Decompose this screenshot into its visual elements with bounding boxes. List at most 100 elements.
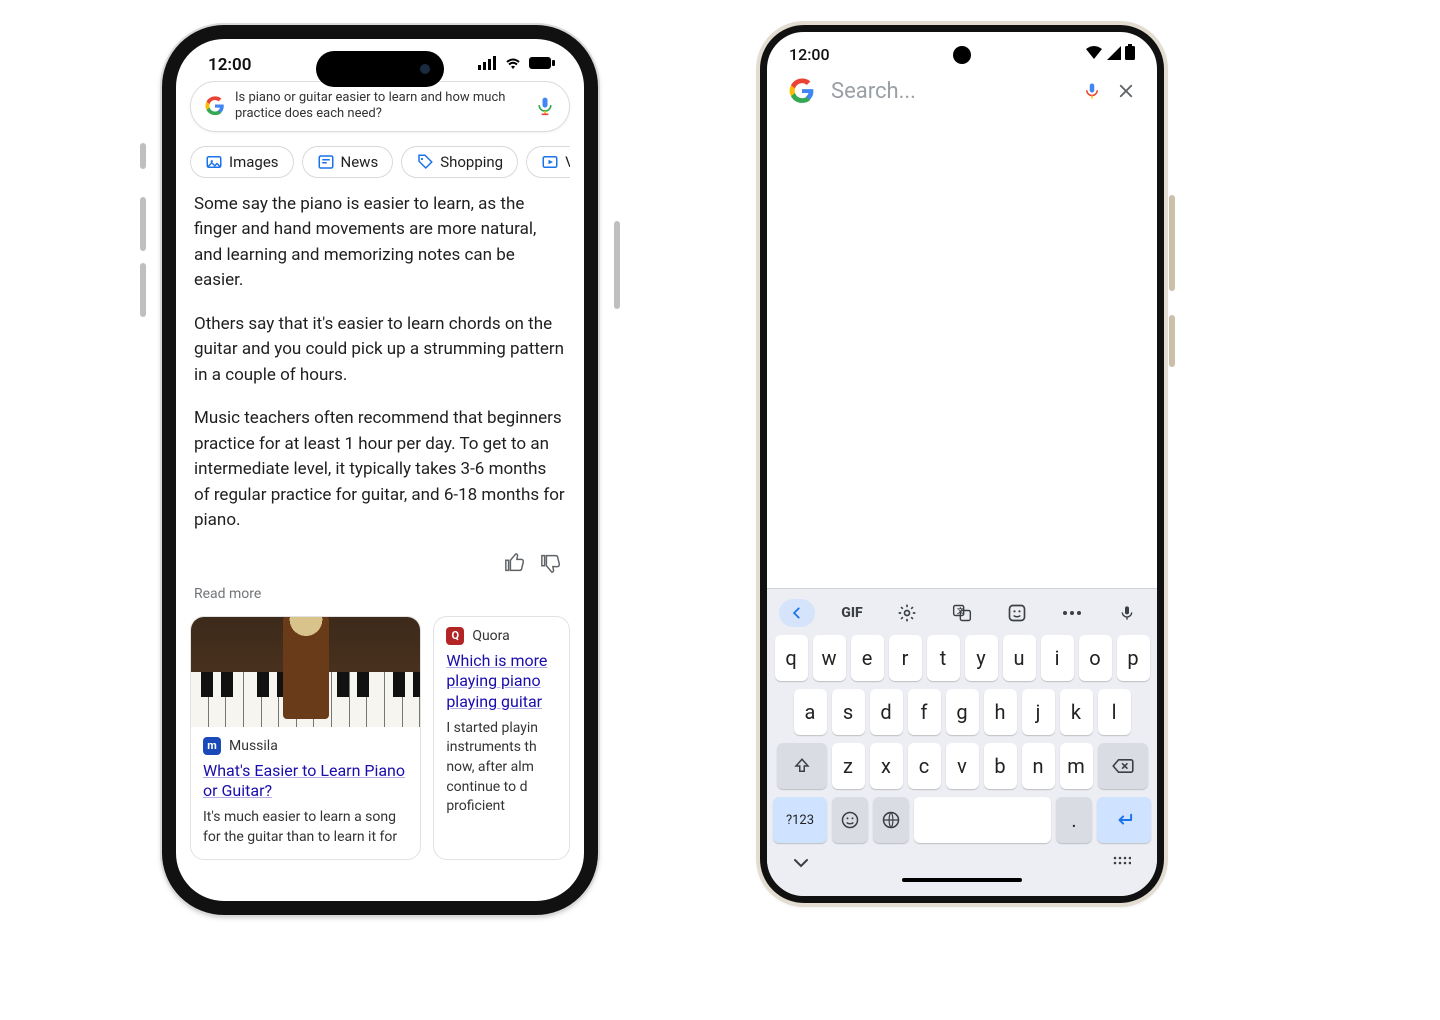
key-e[interactable]: e [851, 635, 884, 681]
key-g[interactable]: g [946, 689, 979, 735]
thumbs-down-icon[interactable] [540, 552, 562, 578]
news-icon [317, 153, 335, 171]
front-camera [953, 46, 971, 64]
kbd-collapse-icon[interactable] [793, 853, 809, 872]
result-card[interactable]: Q Quora Which is more playing piano play… [433, 616, 570, 861]
video-icon [541, 153, 559, 171]
wifi-icon [1085, 45, 1103, 64]
card-snippet: It's much easier to learn a song for the… [191, 808, 420, 859]
kbd-mic-icon[interactable] [1109, 599, 1145, 627]
keyboard-bottom-row: ?123 . [767, 797, 1157, 843]
dynamic-island [316, 51, 444, 87]
android-volume-rocker[interactable] [1169, 195, 1175, 291]
wifi-icon [504, 55, 522, 75]
key-m[interactable]: m [1060, 743, 1093, 789]
key-w[interactable]: w [813, 635, 846, 681]
battery-icon [528, 55, 556, 75]
key-shift[interactable] [777, 743, 827, 789]
answer-paragraph: Some say the piano is easier to learn, a… [194, 192, 566, 294]
key-u[interactable]: u [1003, 635, 1036, 681]
on-screen-keyboard: GIF 文 q w e r t y u i o p [767, 588, 1157, 896]
chip-videos[interactable]: Vide [526, 146, 570, 178]
read-more-link[interactable]: Read more [190, 582, 570, 616]
search-bar[interactable]: Is piano or guitar easier to learn and h… [190, 81, 570, 132]
voice-search-icon[interactable] [535, 96, 555, 116]
key-c[interactable]: c [908, 743, 941, 789]
search-query-text: Is piano or guitar easier to learn and h… [235, 90, 525, 123]
clear-icon[interactable] [1117, 82, 1135, 100]
result-cards-row: m Mussila What's Easier to Learn Piano o… [190, 616, 570, 861]
key-n[interactable]: n [1022, 743, 1055, 789]
key-f[interactable]: f [908, 689, 941, 735]
key-t[interactable]: t [927, 635, 960, 681]
voice-search-icon[interactable] [1083, 82, 1101, 100]
ai-answer-block: Some say the piano is easier to learn, a… [190, 188, 570, 534]
gesture-bar[interactable] [902, 878, 1022, 882]
shopping-tag-icon [416, 153, 434, 171]
card-title[interactable]: Which is more playing piano playing guit… [434, 651, 569, 719]
chip-shopping[interactable]: Shopping [401, 146, 518, 178]
keyboard-row: z x c v b n m [773, 743, 1151, 789]
key-b[interactable]: b [984, 743, 1017, 789]
key-q[interactable]: q [775, 635, 808, 681]
key-h[interactable]: h [984, 689, 1017, 735]
source-name: Mussila [229, 738, 278, 754]
key-period[interactable]: . [1056, 797, 1092, 843]
key-a[interactable]: a [794, 689, 827, 735]
android-frame: 12:00 Search... GIF [760, 25, 1164, 903]
iphone-mute-switch[interactable] [140, 143, 146, 169]
kbd-back-icon[interactable] [779, 599, 815, 627]
search-placeholder: Search... [831, 79, 1067, 104]
key-p[interactable]: p [1117, 635, 1150, 681]
key-backspace[interactable] [1098, 743, 1148, 789]
key-r[interactable]: r [889, 635, 922, 681]
card-title[interactable]: What's Easier to Learn Piano or Guitar? [191, 761, 420, 809]
card-thumbnail [191, 617, 420, 727]
google-logo-icon [789, 78, 815, 104]
key-j[interactable]: j [1022, 689, 1055, 735]
source-badge-icon: m [203, 737, 221, 755]
battery-icon [1125, 44, 1135, 64]
key-v[interactable]: v [946, 743, 979, 789]
key-o[interactable]: o [1079, 635, 1112, 681]
search-bar[interactable]: Search... [767, 68, 1157, 112]
kbd-more-icon[interactable] [1054, 599, 1090, 627]
source-name: Quora [472, 628, 509, 644]
iphone-power-button[interactable] [614, 221, 620, 309]
filter-chips-row: Images News Shopping Vide [190, 146, 570, 178]
answer-paragraph: Others say that it's easier to learn cho… [194, 312, 566, 389]
status-time: 12:00 [789, 45, 830, 64]
key-language[interactable] [873, 797, 909, 843]
source-badge-icon: Q [446, 627, 464, 645]
key-i[interactable]: i [1041, 635, 1074, 681]
chip-images[interactable]: Images [190, 146, 294, 178]
kbd-settings-icon[interactable] [889, 599, 925, 627]
key-z[interactable]: z [832, 743, 865, 789]
key-l[interactable]: l [1098, 689, 1131, 735]
answer-paragraph: Music teachers often recommend that begi… [194, 406, 566, 534]
svg-text:文: 文 [957, 606, 964, 615]
keyboard-row: a s d f g h j k l [773, 689, 1151, 735]
kbd-sticker-icon[interactable] [999, 599, 1035, 627]
chip-news[interactable]: News [302, 146, 394, 178]
kbd-grid-icon[interactable] [1113, 853, 1131, 872]
key-numsym[interactable]: ?123 [773, 797, 827, 843]
thumbs-up-icon[interactable] [504, 552, 526, 578]
key-space[interactable] [914, 797, 1051, 843]
card-snippet: I started playin instruments th now, aft… [434, 719, 569, 829]
iphone-volume-up[interactable] [140, 197, 146, 251]
iphone-volume-down[interactable] [140, 263, 146, 317]
result-card[interactable]: m Mussila What's Easier to Learn Piano o… [190, 616, 421, 861]
key-s[interactable]: s [832, 689, 865, 735]
key-x[interactable]: x [870, 743, 903, 789]
key-d[interactable]: d [870, 689, 903, 735]
key-y[interactable]: y [965, 635, 998, 681]
key-emoji[interactable] [832, 797, 868, 843]
kbd-gif-button[interactable]: GIF [834, 599, 870, 627]
android-nav-bar [767, 843, 1157, 872]
key-enter[interactable] [1097, 797, 1151, 843]
kbd-translate-icon[interactable]: 文 [944, 599, 980, 627]
android-power-button[interactable] [1169, 315, 1175, 367]
key-k[interactable]: k [1060, 689, 1093, 735]
images-icon [205, 153, 223, 171]
